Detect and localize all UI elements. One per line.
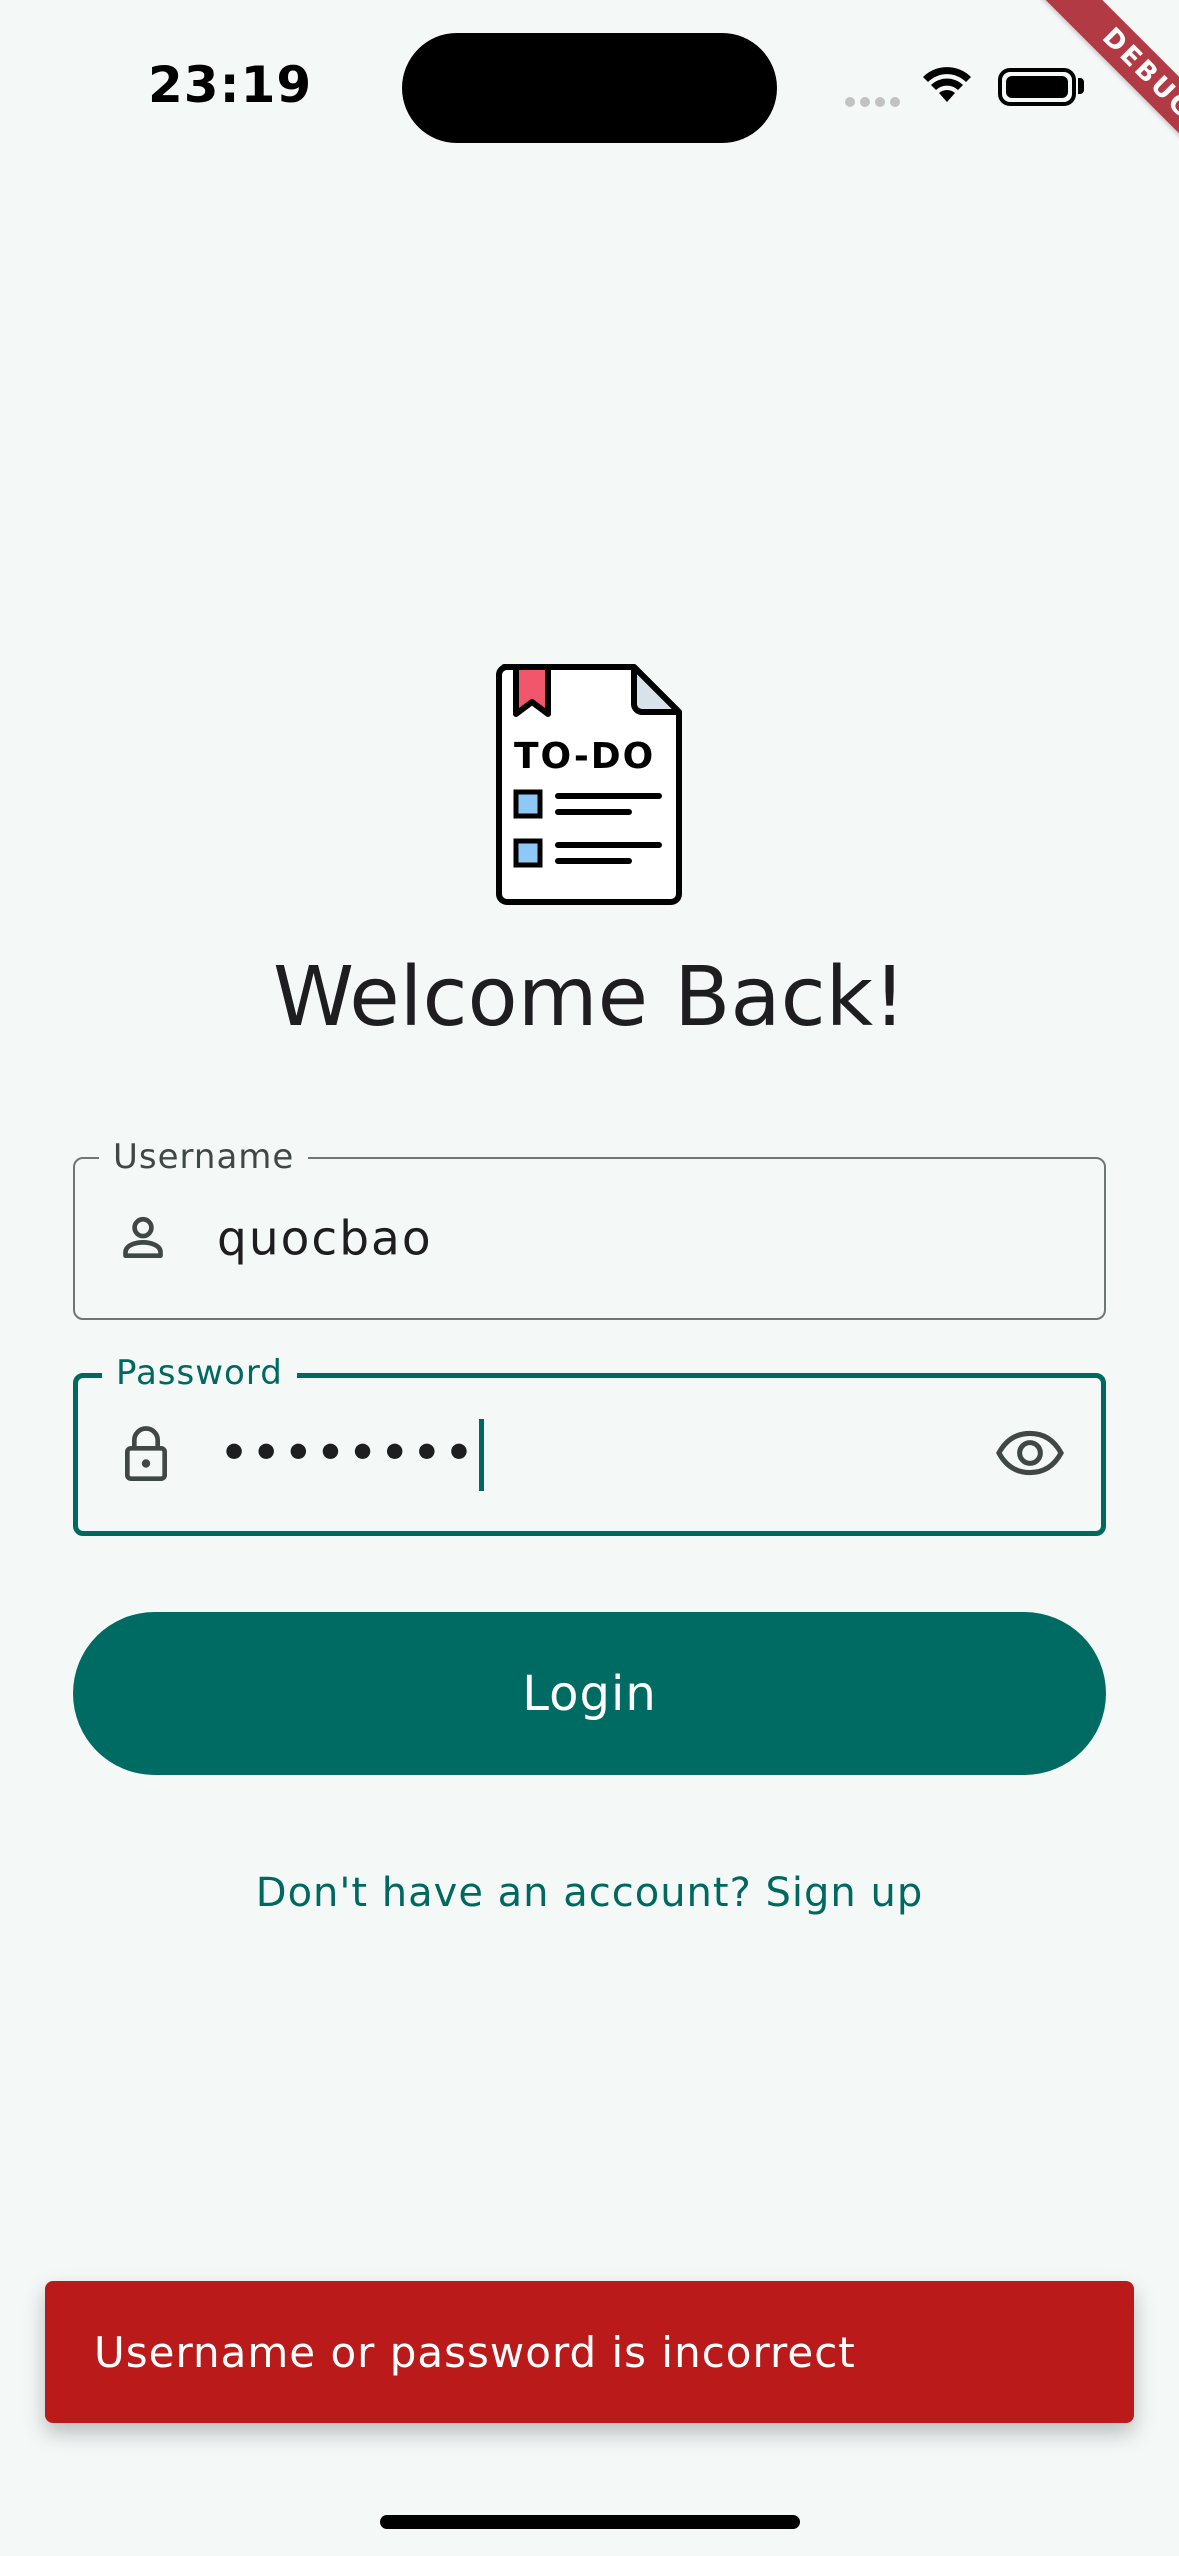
password-input[interactable]: •••••••• (220, 1418, 484, 1491)
password-label: Password (102, 1353, 297, 1393)
home-indicator[interactable] (380, 2515, 800, 2529)
signup-link[interactable]: Don't have an account? Sign up (0, 1870, 1179, 1916)
username-label: Username (99, 1137, 309, 1177)
snackbar-message: Username or password is incorrect (94, 2327, 856, 2377)
todo-document-icon: TO-DO (494, 662, 684, 911)
dynamic-island (402, 33, 777, 143)
status-time: 23:19 (148, 56, 313, 114)
text-caret (478, 1418, 484, 1491)
debug-label: DEBUG (1041, 0, 1179, 169)
username-input[interactable]: quocbao (217, 1211, 433, 1266)
username-field[interactable]: Username quocbao (73, 1137, 1106, 1320)
logo-text: TO-DO (514, 736, 655, 777)
debug-banner: DEBUG (1010, 0, 1179, 169)
password-dots: •••••••• (220, 1427, 477, 1478)
page-title: Welcome Back! (272, 950, 907, 1045)
error-snackbar: Username or password is incorrect (45, 2281, 1134, 2423)
cellular-signal-icon (845, 92, 907, 107)
password-field[interactable]: Password •••••••• (73, 1353, 1106, 1536)
login-button[interactable]: Login (73, 1612, 1106, 1775)
lock-icon (118, 1422, 174, 1488)
wifi-icon (922, 64, 972, 108)
eye-icon[interactable] (995, 1430, 1065, 1480)
person-icon (115, 1209, 171, 1269)
